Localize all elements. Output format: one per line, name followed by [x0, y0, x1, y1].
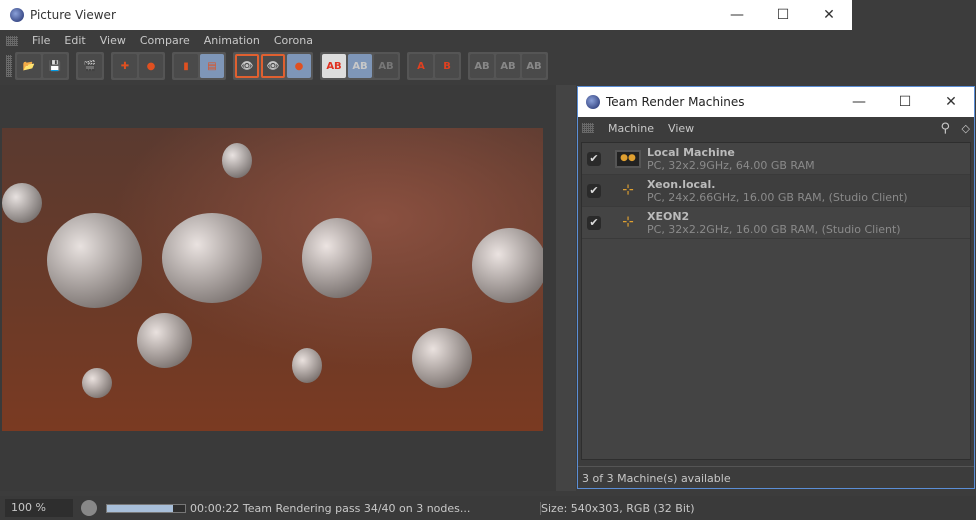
collapse-icon[interactable]: ◇ [962, 122, 970, 135]
machine-info: PC, 32x2.2GHz, 16.00 GB RAM, (Studio Cli… [647, 222, 901, 236]
machine-info: PC, 32x2.9GHz, 64.00 GB RAM [647, 158, 815, 172]
toolbar: 📂 💾 🎬 ✚ ● ▮ ▤ 👁 👁 ● AB AB AB AB AB AB AB [0, 51, 852, 81]
menu-compare[interactable]: Compare [140, 34, 190, 47]
picture-viewer-titlebar: Picture Viewer — ☐ ✕ [0, 0, 852, 30]
ab-swap-icon[interactable]: AB [348, 54, 372, 78]
menu-edit[interactable]: Edit [64, 34, 85, 47]
grip-icon [6, 35, 18, 46]
machine-row[interactable]: ✔ ⊹ XEON2 PC, 32x2.2GHz, 16.00 GB RAM, (S… [582, 207, 970, 239]
machine-list: ✔ ●● Local Machine PC, 32x2.9GHz, 64.00 G… [581, 142, 971, 460]
ab-split1-icon[interactable]: AB [470, 54, 494, 78]
menubar: File Edit View Compare Animation Corona [0, 30, 852, 51]
machine-checkbox[interactable]: ✔ [587, 151, 601, 166]
team-render-menubar: Machine View ⚲ ◇ [578, 117, 974, 139]
copy-layers-icon[interactable]: ▤ [200, 54, 224, 78]
ab-split2-icon[interactable]: AB [496, 54, 520, 78]
machine-checkbox[interactable]: ✔ [587, 215, 601, 230]
ab-split3-icon[interactable]: AB [522, 54, 546, 78]
view-a-icon[interactable]: 👁 [235, 54, 259, 78]
delete-copy-icon[interactable]: ▮ [174, 54, 198, 78]
ab-dim-icon[interactable]: AB [374, 54, 398, 78]
view-b-icon[interactable]: 👁 [261, 54, 285, 78]
cinema4d-logo-icon [586, 95, 600, 109]
set-a-icon[interactable]: A [409, 54, 433, 78]
machine-name: XEON2 [647, 209, 690, 223]
image-size-info: Size: 540x303, RGB (32 Bit) [540, 501, 695, 515]
add-region-icon[interactable]: ✚ [113, 54, 137, 78]
render-progress-bar [106, 503, 186, 513]
rendered-image [2, 128, 543, 431]
menu-view[interactable]: View [668, 122, 694, 135]
open-icon[interactable]: 📂 [17, 54, 41, 78]
user-down-icon[interactable]: ● [139, 54, 163, 78]
clapper-icon[interactable]: 🎬 [78, 54, 102, 78]
minimize-button[interactable]: — [836, 87, 882, 117]
ab-compare-icon[interactable]: AB [322, 54, 346, 78]
close-button[interactable]: ✕ [806, 0, 852, 30]
grip-icon [6, 55, 12, 77]
status-message: 00:00:22 Team Rendering pass 34/40 on 3 … [190, 501, 471, 515]
team-render-title: Team Render Machines [606, 95, 745, 109]
machine-name: Local Machine [647, 145, 735, 159]
maximize-button[interactable]: ☐ [760, 0, 806, 30]
machine-info: PC, 24x2.66GHz, 16.00 GB RAM, (Studio Cl… [647, 190, 908, 204]
machine-checkbox[interactable]: ✔ [587, 183, 601, 198]
monitor-icon: ●● [615, 149, 641, 168]
progress-fill [107, 504, 174, 512]
menu-animation[interactable]: Animation [204, 34, 260, 47]
set-b-icon[interactable]: B [435, 54, 459, 78]
minimize-button[interactable]: — [714, 0, 760, 30]
save-as-icon[interactable]: 💾 [43, 54, 67, 78]
machine-row[interactable]: ✔ ●● Local Machine PC, 32x2.9GHz, 64.00 G… [582, 143, 970, 175]
view-c-icon[interactable]: ● [287, 54, 311, 78]
machine-count-status: 3 of 3 Machine(s) available [578, 466, 974, 488]
menu-view[interactable]: View [100, 34, 126, 47]
network-node-icon: ⊹ [622, 213, 634, 230]
cinema4d-logo-icon [10, 8, 24, 22]
menu-file[interactable]: File [32, 34, 50, 47]
search-icon[interactable]: ⚲ [940, 121, 950, 136]
network-node-icon: ⊹ [622, 181, 634, 198]
machine-row[interactable]: ✔ ⊹ Xeon.local. PC, 24x2.66GHz, 16.00 GB … [582, 175, 970, 207]
status-bar: 100 % 00:00:22 Team Rendering pass 34/40… [0, 496, 976, 520]
side-panel [556, 85, 576, 491]
team-render-machines-window: Team Render Machines — ☐ ✕ Machine View … [577, 86, 975, 489]
team-render-titlebar: Team Render Machines — ☐ ✕ [578, 87, 974, 117]
zoom-field[interactable]: 100 % [5, 499, 73, 517]
machine-name: Xeon.local. [647, 177, 716, 191]
grip-icon [582, 123, 594, 133]
menu-corona[interactable]: Corona [274, 34, 313, 47]
window-title: Picture Viewer [30, 8, 116, 22]
maximize-button[interactable]: ☐ [882, 87, 928, 117]
menu-machine[interactable]: Machine [608, 122, 654, 135]
close-button[interactable]: ✕ [928, 87, 974, 117]
play-button[interactable] [81, 500, 97, 516]
